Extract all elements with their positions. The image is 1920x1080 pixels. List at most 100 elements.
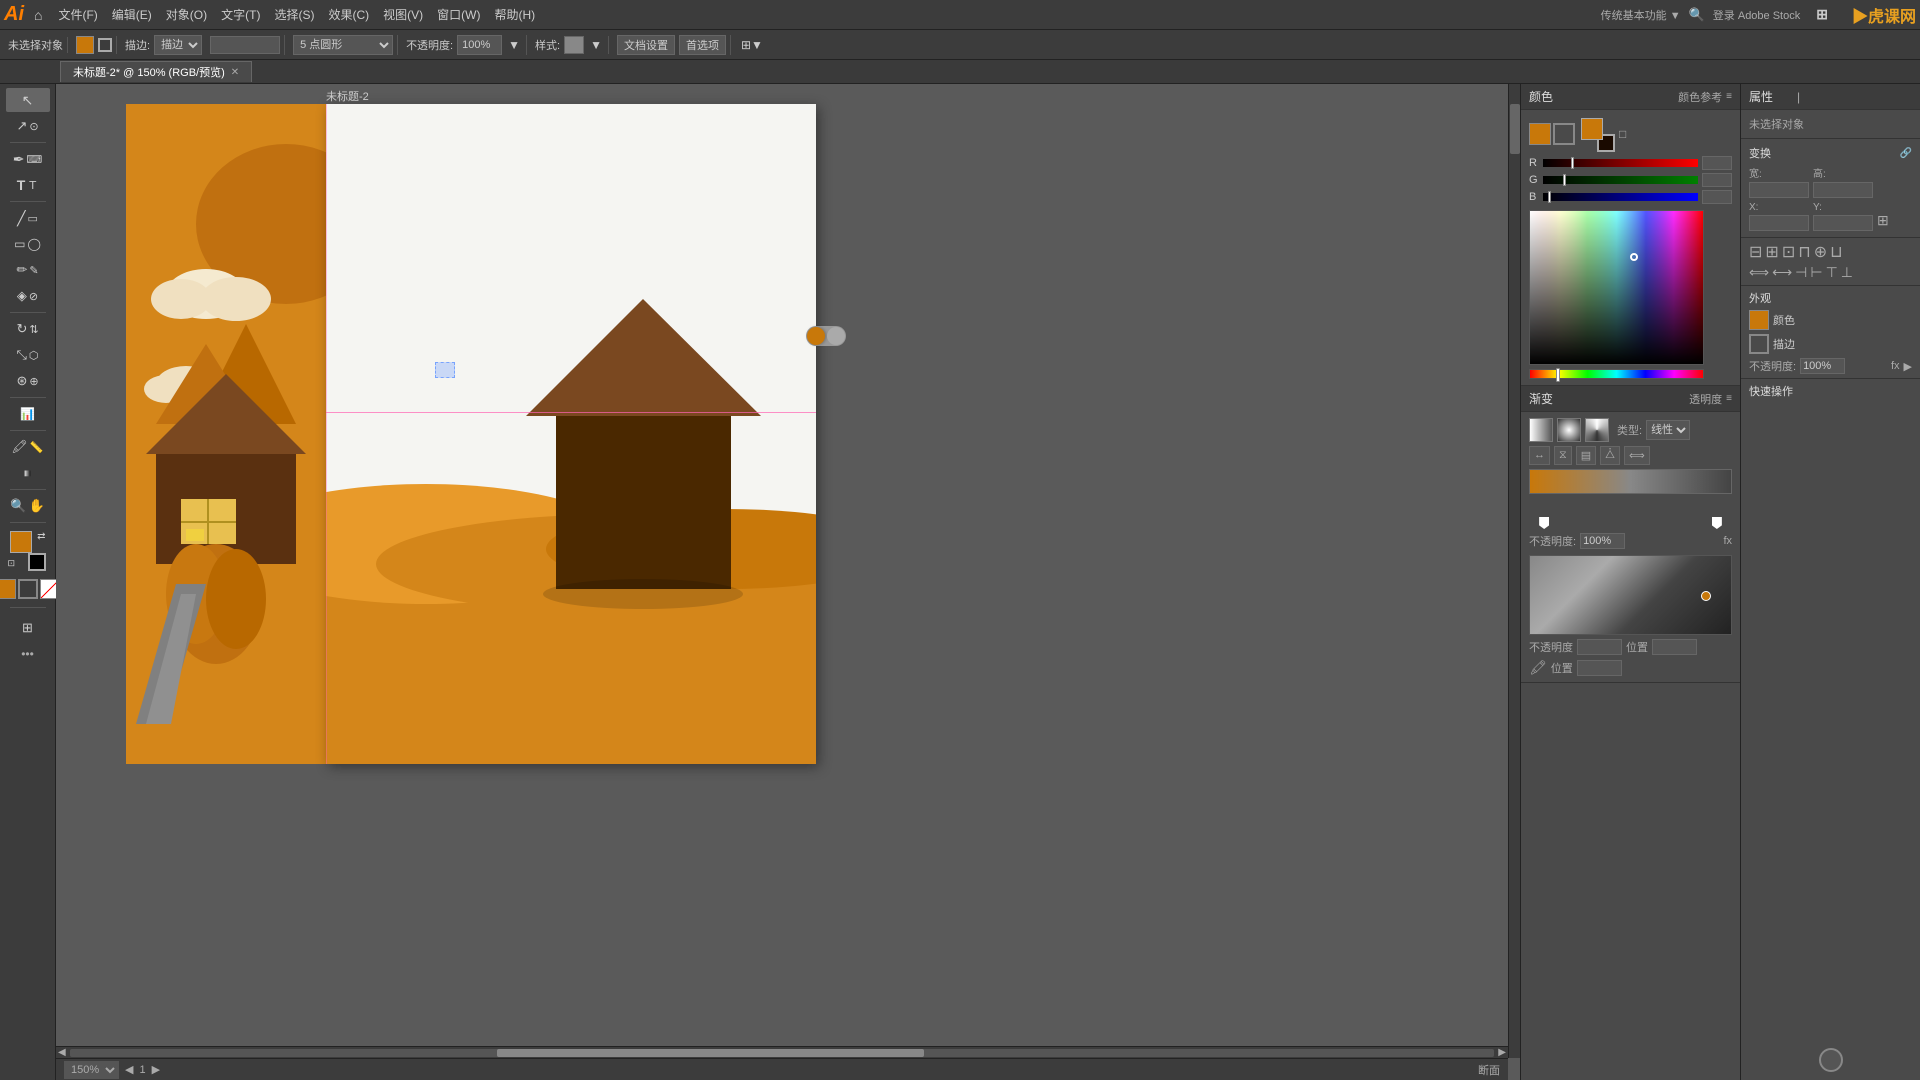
radial-gradient-btn[interactable] xyxy=(1557,418,1581,442)
scale-tool-btn[interactable]: ⤡ ⬡ xyxy=(6,343,50,367)
x-input[interactable] xyxy=(1749,215,1809,231)
alt-input[interactable] xyxy=(1577,660,1622,676)
tab-close-btn[interactable]: ✕ xyxy=(231,67,239,78)
menu-file[interactable]: 文件(F) xyxy=(52,4,103,25)
gradient-stop-right[interactable] xyxy=(1712,517,1722,529)
circle-tool-icon[interactable] xyxy=(1819,1048,1843,1072)
none-stroke-icon[interactable]: □ xyxy=(1619,127,1626,141)
blob-brush-btn[interactable]: ◈ ⊘ xyxy=(6,284,50,308)
color-panel-header[interactable]: 颜色 颜色参考 ≡ xyxy=(1521,84,1740,110)
align-middle-icon[interactable]: ⊕ xyxy=(1814,242,1827,262)
gradient-menu-icon[interactable]: ≡ xyxy=(1726,393,1732,404)
fill-color-box[interactable] xyxy=(10,531,32,553)
distribute-btn[interactable]: ⟺ xyxy=(1624,446,1650,465)
fill-color[interactable] xyxy=(76,36,94,54)
reverse-btn[interactable]: ↔ xyxy=(1529,446,1550,465)
fx-label-appearance[interactable]: fx xyxy=(1891,360,1900,372)
more-tools-btn[interactable]: ••• xyxy=(6,642,50,666)
opacity-arrow-appearance[interactable]: ▶ xyxy=(1904,360,1912,373)
eyedropper-icon-panel[interactable]: 🖍 xyxy=(1529,659,1547,676)
gradient-stop-left[interactable] xyxy=(1539,517,1549,529)
location-input[interactable] xyxy=(1652,639,1697,655)
gradient-bar[interactable] xyxy=(1529,469,1732,494)
dist-right-icon[interactable]: ⊢ xyxy=(1810,264,1822,281)
fill-swatch[interactable] xyxy=(0,579,16,599)
h-scroll-track[interactable] xyxy=(70,1049,1495,1057)
brush-tool-btn[interactable]: ✏ ✎ xyxy=(6,258,50,282)
color-spectrum[interactable] xyxy=(1529,210,1704,365)
menu-select[interactable]: 选择(S) xyxy=(268,4,320,25)
menu-text[interactable]: 文字(T) xyxy=(215,4,266,25)
v-scroll-thumb[interactable] xyxy=(1510,104,1520,154)
toggle-handle[interactable] xyxy=(806,326,846,346)
active-tab[interactable]: 未标题-2* @ 150% (RGB/预览) ✕ xyxy=(60,61,252,82)
r-value-input[interactable] xyxy=(1702,156,1732,170)
direct-selection-btn[interactable]: ↗ ⊙ xyxy=(6,114,50,138)
zoom-btn[interactable]: 🔍 ✋ xyxy=(6,494,50,518)
stroke-options-btn[interactable]: ⧖ xyxy=(1554,446,1572,465)
dist-top-icon[interactable]: ⊤ xyxy=(1826,264,1838,281)
graph-tool-btn[interactable]: 📊 xyxy=(6,402,50,426)
arrange-icon[interactable]: ⊞ xyxy=(1816,6,1828,23)
default-colors-icon[interactable]: ⊡ xyxy=(8,558,16,569)
swap-colors-icon[interactable]: ⇄ xyxy=(37,531,45,542)
line-tool-btn[interactable]: ╱ ▭ xyxy=(6,206,50,230)
dist-left-icon[interactable]: ⊣ xyxy=(1795,264,1807,281)
eyedropper-btn[interactable]: 🖍 📏 xyxy=(6,435,50,459)
home-icon[interactable]: ⌂ xyxy=(34,7,42,23)
height-input[interactable] xyxy=(1813,182,1873,198)
b-value-input[interactable] xyxy=(1702,190,1732,204)
style-arrow[interactable]: ▼ xyxy=(588,37,604,53)
stroke-color-box[interactable] xyxy=(28,553,46,571)
dist-v-icon[interactable]: ⟷ xyxy=(1772,264,1792,281)
artboard-btn[interactable]: ⊞ xyxy=(6,616,50,640)
fg-color-icon[interactable] xyxy=(1529,123,1551,145)
selection-tool-btn[interactable]: ↖ xyxy=(6,88,50,112)
vertical-scrollbar[interactable] xyxy=(1508,84,1520,1058)
gradient-preview-area[interactable] xyxy=(1529,469,1732,529)
more-gradient-btn[interactable]: ▤ xyxy=(1576,446,1596,465)
toggle-btn-active[interactable] xyxy=(807,327,825,345)
menu-effect[interactable]: 效果(C) xyxy=(322,4,375,25)
align-left-icon[interactable]: ⊟ xyxy=(1749,242,1762,262)
g-value-input[interactable] xyxy=(1702,173,1732,187)
b-slider[interactable] xyxy=(1543,193,1698,201)
brush-dropdown[interactable]: 5 点圆形 xyxy=(293,35,393,55)
panel-menu-icon[interactable]: ≡ xyxy=(1726,91,1732,102)
style-preview[interactable] xyxy=(564,36,584,54)
align-right-icon[interactable]: ⊡ xyxy=(1782,242,1795,262)
chain-icon[interactable]: 🔗 xyxy=(1900,148,1912,159)
fill-color-appearance[interactable] xyxy=(1749,310,1769,330)
canvas-area[interactable]: 未标题-2 ◀ ▶ 150% ◀ 1 ▶ 断面 xyxy=(56,84,1520,1080)
align-bottom-icon[interactable]: ⊔ xyxy=(1830,242,1842,262)
pen-tool-btn[interactable]: ✒ ⌨ xyxy=(6,147,50,171)
properties-header[interactable]: 属性 | xyxy=(1741,84,1920,110)
h-scroll-thumb[interactable] xyxy=(497,1049,924,1057)
rotate-tool-btn[interactable]: ↻ ⇅ xyxy=(6,317,50,341)
opacity-input-appearance[interactable] xyxy=(1800,358,1845,374)
h-scroll-left[interactable]: ◀ xyxy=(56,1047,68,1058)
bg-color-icon[interactable] xyxy=(1553,123,1575,145)
opacity-input[interactable] xyxy=(457,35,502,55)
opacity-arrow[interactable]: ▼ xyxy=(506,37,522,53)
gradient-tool-btn[interactable]: ■ xyxy=(6,461,50,485)
align-btn[interactable]: ⧊ xyxy=(1600,446,1620,465)
transparent-input[interactable] xyxy=(1577,639,1622,655)
stroke-swatch[interactable] xyxy=(18,579,38,599)
menu-object[interactable]: 对象(O) xyxy=(160,4,213,25)
rect-tool-btn[interactable]: ▭ ◯ xyxy=(6,232,50,256)
freeform-gradient-btn[interactable] xyxy=(1585,418,1609,442)
gradient-opacity-input[interactable] xyxy=(1580,533,1625,549)
type-tool-btn[interactable]: T Ｔ xyxy=(6,173,50,197)
width-input[interactable] xyxy=(1749,182,1809,198)
menu-window[interactable]: 窗口(W) xyxy=(431,4,486,25)
align-top-icon[interactable]: ⊓ xyxy=(1798,242,1810,262)
preferences-btn[interactable]: 首选项 xyxy=(679,35,726,55)
horizontal-scrollbar[interactable]: ◀ ▶ xyxy=(56,1046,1508,1058)
y-input[interactable] xyxy=(1813,215,1873,231)
stroke-style-dropdown[interactable]: 描边 xyxy=(154,35,202,55)
linear-gradient-btn[interactable] xyxy=(1529,418,1553,442)
zoom-select[interactable]: 150% xyxy=(64,1061,119,1079)
gradient-type-select[interactable]: 线性 径向 xyxy=(1646,420,1690,440)
menu-view[interactable]: 视图(V) xyxy=(377,4,429,25)
